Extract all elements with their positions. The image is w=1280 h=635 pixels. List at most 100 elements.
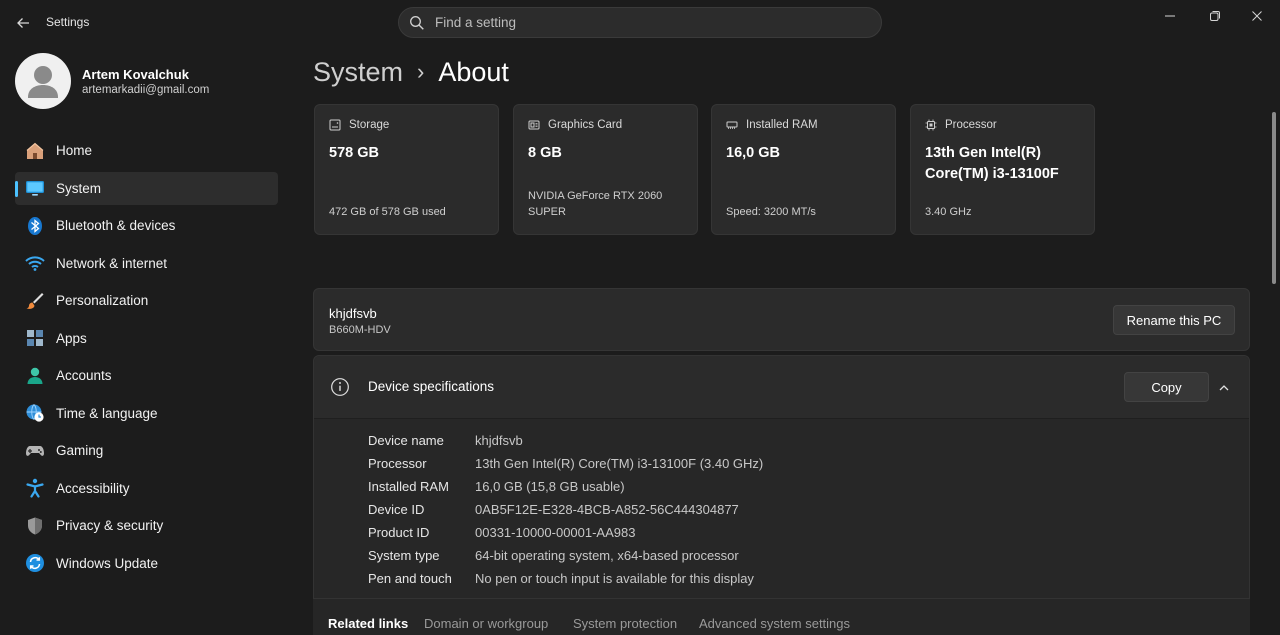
device-specifications-header[interactable]: Device specifications Copy [314,356,1249,419]
card-header: Graphics Card [528,119,622,131]
restore-button[interactable] [1192,0,1238,32]
close-icon [1252,11,1262,21]
gpu-icon [528,120,540,130]
breadcrumb-parent[interactable]: System [313,57,403,88]
collapse-button[interactable] [1214,378,1234,398]
person-icon [28,66,58,98]
sidebar-item-label: Time & language [56,405,158,421]
card-header: Processor [925,119,997,131]
card-detail: NVIDIA GeForce RTX 2060 SUPER [528,190,663,218]
profile-name: Artem Kovalchuk [82,67,189,82]
card-label: Storage [349,119,390,131]
home-icon [24,140,46,162]
apps-icon [24,327,46,349]
spec-value: 00331-10000-00001-AA983 [475,525,636,540]
spec-key: Device name [368,433,444,448]
link-system-protection[interactable]: System protection [573,616,677,631]
pc-name-panel: khjdfsvb B660M-HDV Rename this PC [313,288,1250,351]
pc-model: B660M-HDV [329,324,391,336]
user-profile[interactable]: Artem Kovalchuk artemarkadii@gmail.com [15,52,275,112]
ram-card[interactable]: Installed RAM 16,0 GB Speed: 3200 MT/s [711,104,896,235]
card-label: Installed RAM [746,119,818,131]
card-detail: 3.40 GHz [925,206,972,218]
card-detail: 472 GB of 578 GB used [329,206,446,218]
spec-value: 16,0 GB (15,8 GB usable) [475,479,625,494]
sidebar-item-label: System [56,180,102,196]
sidebar-item-personalization[interactable]: Personalization [15,284,278,317]
related-links: Related links Domain or workgroup System… [313,598,1250,635]
sidebar-item-network[interactable]: Network & internet [15,247,278,280]
related-links-title: Related links [328,616,409,631]
info-icon [331,378,349,396]
monitor-icon [24,177,46,199]
card-label: Graphics Card [548,119,623,131]
sidebar-item-privacy-security[interactable]: Privacy & security [15,509,278,542]
storage-icon [329,119,341,131]
sidebar-item-apps[interactable]: Apps [15,322,278,355]
spec-key: Installed RAM [368,479,449,494]
close-button[interactable] [1234,0,1280,32]
sidebar-item-time-language[interactable]: Time & language [15,397,278,430]
sidebar-item-gaming[interactable]: Gaming [15,434,278,467]
sidebar-item-system[interactable]: System [15,171,278,205]
app-title: Settings [46,15,90,29]
spec-value: No pen or touch input is available for t… [475,571,754,586]
card-value: 13th Gen Intel(R) Core(TM) i3-13100F [925,145,1059,182]
search-input[interactable] [435,15,835,30]
device-specifications-panel: Device specifications Copy Device name k… [313,355,1250,600]
scrollbar-thumb[interactable] [1272,112,1276,284]
spec-key: Pen and touch [368,571,452,586]
spec-value: 0AB5F12E-E328-4BCB-A852-56C444304877 [475,502,739,517]
spec-key: Processor [368,456,427,471]
wifi-icon [24,252,46,274]
sidebar-item-accessibility[interactable]: Accessibility [15,472,278,505]
spec-value: khjdfsvb [475,433,523,448]
copy-button[interactable]: Copy [1124,372,1209,402]
device-specifications-title: Device specifications [368,379,495,394]
card-value: 16,0 GB [726,145,780,161]
page-title: About [438,56,509,87]
sidebar-item-label: Gaming [56,443,104,458]
arrow-left-icon [17,18,29,28]
card-detail: Speed: 3200 MT/s [726,206,816,218]
sidebar-item-label: Bluetooth & devices [56,218,176,233]
minimize-button[interactable] [1147,0,1193,32]
rename-pc-button[interactable]: Rename this PC [1113,305,1235,335]
card-value: 578 GB [329,145,379,161]
back-button[interactable] [10,10,36,36]
accessibility-icon [24,477,46,499]
title-bar: Settings [0,0,1280,46]
person-icon [24,365,46,387]
sidebar-item-home[interactable]: Home [15,134,278,167]
graphics-card[interactable]: Graphics Card 8 GB NVIDIA GeForce RTX 20… [513,104,698,235]
sidebar-item-label: Privacy & security [56,518,164,533]
spec-key: System type [368,548,440,563]
chevron-up-icon [1219,385,1229,391]
spec-key: Device ID [368,502,425,517]
card-header: Installed RAM [726,119,818,131]
sidebar-item-windows-update[interactable]: Windows Update [15,547,278,580]
profile-email: artemarkadii@gmail.com [82,84,210,96]
breadcrumb-separator: › [417,59,425,84]
storage-card[interactable]: Storage 578 GB 472 GB of 578 GB used [314,104,499,235]
restore-icon [1210,11,1220,21]
link-domain-workgroup[interactable]: Domain or workgroup [424,616,548,631]
minimize-icon [1165,15,1175,17]
processor-card[interactable]: Processor 13th Gen Intel(R) Core(TM) i3-… [910,104,1095,235]
spec-value: 64-bit operating system, x64-based proce… [475,548,739,563]
processor-icon [925,119,937,131]
sidebar-item-label: Accounts [56,368,112,383]
avatar [15,53,71,109]
sidebar-item-label: Home [56,143,93,158]
search-icon [410,15,424,30]
sidebar-item-bluetooth[interactable]: Bluetooth & devices [15,209,278,242]
ram-icon [726,121,738,129]
card-label: Processor [945,119,997,131]
sidebar-nav: Home System Bluetooth & devices Network … [15,134,278,584]
card-value: 8 GB [528,145,562,161]
search-box[interactable] [398,7,882,38]
link-advanced-system-settings[interactable]: Advanced system settings [699,616,850,631]
sidebar-item-label: Windows Update [56,555,159,571]
sidebar-item-accounts[interactable]: Accounts [15,359,278,392]
brush-icon [24,290,46,312]
